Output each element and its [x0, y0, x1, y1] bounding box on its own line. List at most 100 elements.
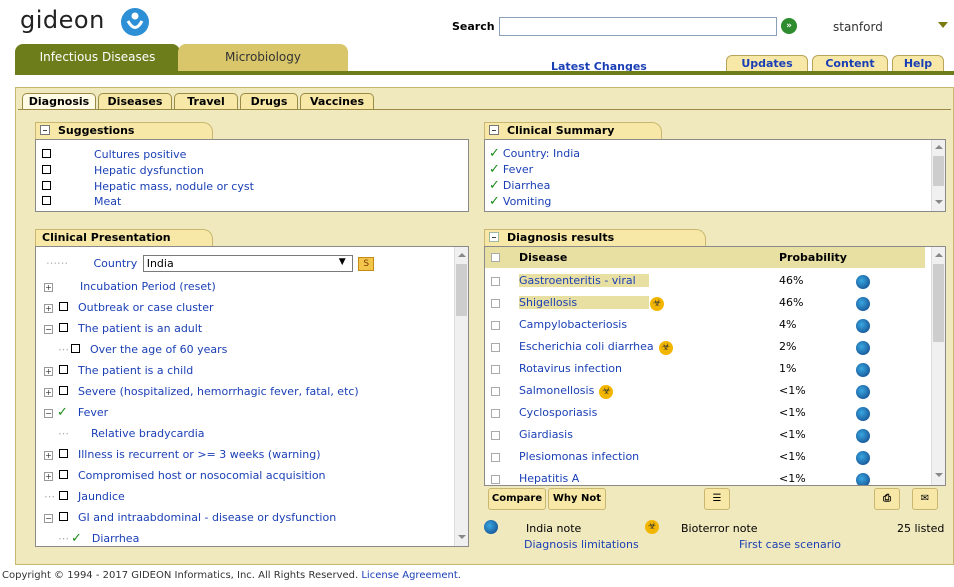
clinical-summary-header[interactable]: Clinical Summary	[484, 122, 662, 140]
table-row[interactable]: Hepatitis A <1%	[485, 470, 925, 485]
disease-name[interactable]: Gastroenteritis - viral	[519, 274, 649, 287]
row-checkbox[interactable]	[491, 409, 500, 418]
disease-name[interactable]: Rotavirus infection	[519, 362, 626, 375]
table-row[interactable]: Salmonellosis ☣ <1%	[485, 382, 925, 402]
globe-icon[interactable]	[856, 363, 870, 377]
tree-item[interactable]: − ✓ Fever	[44, 405, 108, 420]
checkbox[interactable]	[59, 512, 68, 521]
collapse-icon[interactable]	[489, 125, 499, 135]
suggestions-header[interactable]: Suggestions	[35, 122, 213, 140]
tab-diseases[interactable]: Diseases	[98, 93, 172, 110]
country-s-button[interactable]: S	[358, 256, 375, 271]
tab-travel[interactable]: Travel	[174, 93, 238, 110]
tab-content[interactable]: Content	[812, 55, 888, 72]
country-select[interactable]: India ▼	[142, 255, 353, 272]
summary-scrollbar[interactable]	[931, 140, 945, 211]
india-note[interactable]: India note	[526, 522, 581, 535]
search-input[interactable]	[499, 17, 777, 36]
results-scrollbar[interactable]	[931, 247, 945, 485]
checkbox[interactable]	[59, 302, 68, 311]
disease-name[interactable]: Salmonellosis	[519, 384, 598, 397]
disease-name[interactable]: Plesiomonas infection	[519, 450, 643, 463]
checkbox[interactable]	[59, 470, 68, 479]
checkmark-icon[interactable]: ✓	[57, 405, 68, 420]
tab-infectious-diseases[interactable]: Infectious Diseases	[15, 44, 180, 72]
row-checkbox[interactable]	[491, 365, 500, 374]
why-not-button[interactable]: Why Not	[548, 488, 606, 510]
sort-icon[interactable]: ☰	[704, 488, 730, 510]
table-row[interactable]: Campylobacteriosis 4%	[485, 316, 925, 336]
row-checkbox[interactable]	[491, 431, 500, 440]
row-checkbox[interactable]	[491, 299, 500, 308]
row-checkbox[interactable]	[491, 453, 500, 462]
tab-diagnosis[interactable]: Diagnosis	[22, 93, 96, 110]
checkbox[interactable]	[59, 365, 68, 374]
table-row[interactable]: Rotavirus infection 1%	[485, 360, 925, 380]
summary-item[interactable]: ✓ Vomiting	[489, 194, 551, 209]
collapse-icon[interactable]: −	[44, 325, 53, 334]
collapse-icon[interactable]: −	[44, 409, 53, 418]
summary-item[interactable]: ✓ Fever	[489, 162, 533, 177]
table-row[interactable]: Plesiomonas infection <1%	[485, 448, 925, 468]
suggestion-item[interactable]: Cultures positive	[42, 148, 186, 161]
print-icon[interactable]: ⎙	[874, 488, 900, 510]
disease-name[interactable]: Giardiasis	[519, 428, 577, 441]
globe-icon[interactable]	[856, 297, 870, 311]
disease-name[interactable]: Hepatitis A	[519, 472, 583, 485]
globe-icon[interactable]	[856, 429, 870, 443]
biohazard-icon[interactable]: ☣	[658, 341, 673, 355]
presentation-scrollbar[interactable]	[454, 247, 468, 546]
globe-icon[interactable]	[856, 319, 870, 333]
disease-name[interactable]: Escherichia coli diarrhea	[519, 340, 658, 353]
disease-name[interactable]: Cyclosporiasis	[519, 406, 601, 419]
search-go-button[interactable]: »	[781, 18, 797, 34]
col-probability[interactable]: Probability	[779, 251, 847, 264]
table-row[interactable]: Giardiasis <1%	[485, 426, 925, 446]
checkbox[interactable]	[59, 449, 68, 458]
tree-item[interactable]: − The patient is an adult	[44, 322, 202, 335]
suggestion-item[interactable]: Hepatic dysfunction	[42, 164, 204, 177]
globe-icon[interactable]	[856, 451, 870, 465]
disease-name[interactable]: Shigellosis	[519, 296, 649, 309]
row-checkbox[interactable]	[491, 321, 500, 330]
expand-icon[interactable]: +	[44, 283, 53, 292]
row-checkbox[interactable]	[491, 387, 500, 396]
disease-name[interactable]: Campylobacteriosis	[519, 318, 631, 331]
collapse-icon[interactable]	[40, 125, 50, 135]
license-link[interactable]: License Agreement.	[361, 570, 461, 581]
globe-icon[interactable]	[856, 473, 870, 485]
compare-button[interactable]: Compare	[488, 488, 546, 510]
checkbox[interactable]	[59, 323, 68, 332]
suggestion-item[interactable]: Hepatic mass, nodule or cyst	[42, 180, 254, 193]
checkbox[interactable]	[42, 165, 51, 174]
tree-item[interactable]: + Incubation Period (reset)	[44, 280, 216, 293]
globe-icon[interactable]	[856, 275, 870, 289]
tree-item[interactable]: ⋯ Over the age of 60 years	[58, 343, 227, 356]
tree-item[interactable]: ⋯ ✓ Diarrhea	[58, 531, 139, 546]
checkmark-icon[interactable]: ✓	[71, 531, 82, 546]
expand-icon[interactable]: +	[44, 388, 53, 397]
table-row[interactable]: Shigellosis ☣ 46%	[485, 294, 925, 314]
first-case-scenario-link[interactable]: First case scenario	[739, 538, 841, 551]
summary-item[interactable]: ✓ Diarrhea	[489, 178, 550, 193]
expand-icon[interactable]	[489, 232, 499, 242]
tree-item[interactable]: + Outbreak or case cluster	[44, 301, 214, 314]
collapse-icon[interactable]: −	[44, 514, 53, 523]
row-checkbox[interactable]	[491, 475, 500, 484]
table-row[interactable]: Escherichia coli diarrhea ☣ 2%	[485, 338, 925, 358]
diagnosis-results-header[interactable]: Diagnosis results	[484, 229, 706, 247]
tree-item[interactable]: + Illness is recurrent or >= 3 weeks (war…	[44, 448, 321, 461]
expand-icon[interactable]: +	[44, 451, 53, 460]
table-row[interactable]: Gastroenteritis - viral 46%	[485, 272, 925, 292]
col-disease[interactable]: Disease	[519, 251, 567, 264]
row-checkbox[interactable]	[491, 343, 500, 352]
tree-item[interactable]: ⋯ Jaundice	[44, 490, 125, 503]
tab-vaccines[interactable]: Vaccines	[300, 93, 374, 110]
checkbox[interactable]	[71, 344, 80, 353]
expand-icon[interactable]: +	[44, 367, 53, 376]
expand-icon[interactable]: +	[44, 304, 53, 313]
diagnosis-limitations-link[interactable]: Diagnosis limitations	[524, 538, 639, 551]
summary-item[interactable]: ✓ Country: India	[489, 146, 580, 161]
tree-item[interactable]: ⋯ Relative bradycardia	[58, 427, 205, 440]
tree-item[interactable]: + Severe (hospitalized, hemorrhagic fever…	[44, 385, 359, 398]
